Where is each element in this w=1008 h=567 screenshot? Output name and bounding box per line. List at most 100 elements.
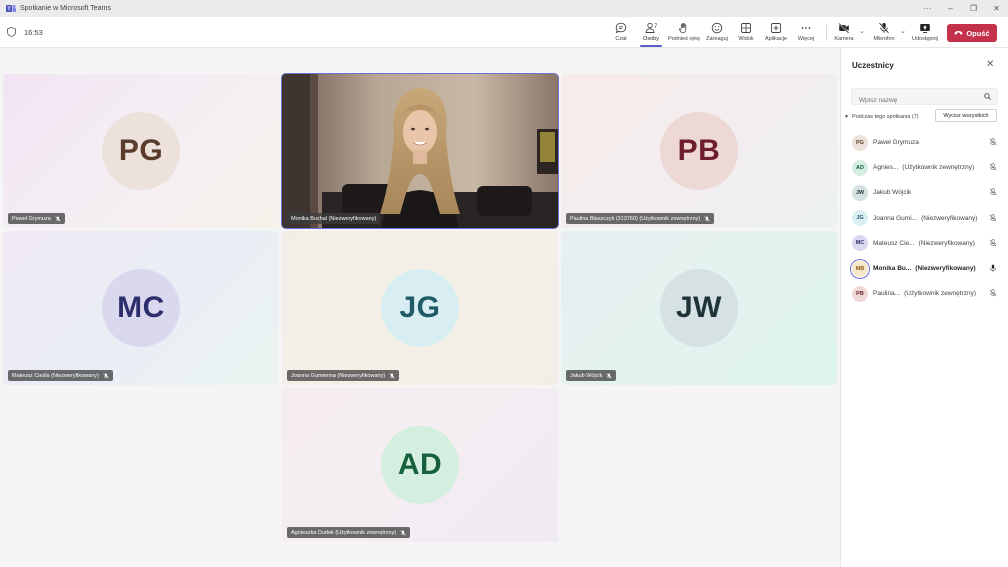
participant-row[interactable]: AD Agnies... (Użytkownik zewnętrzny) bbox=[841, 155, 1008, 180]
more-label: Więcej bbox=[797, 36, 815, 42]
raise-hand-button[interactable]: Podnieś rękę bbox=[666, 20, 702, 46]
mic-off-icon bbox=[55, 215, 61, 222]
participant-tag: (Niezweryfikowany) bbox=[915, 265, 976, 273]
participant-row[interactable]: PG Paweł Grymuza bbox=[841, 130, 1008, 155]
participant-tile-video-mb[interactable]: Monika Buchal (Niezweryfikowany) bbox=[281, 73, 559, 229]
chat-icon bbox=[615, 22, 627, 34]
avatar: AD bbox=[852, 159, 868, 176]
chat-button[interactable]: Czat bbox=[612, 20, 630, 46]
svg-text:T: T bbox=[7, 7, 10, 13]
participant-name: Jakub Wójcik bbox=[570, 372, 603, 379]
participant-tile-pg[interactable]: PG Paweł Grymuza bbox=[3, 74, 279, 228]
mute-all-button[interactable]: Wycisz wszystkich bbox=[935, 109, 997, 122]
mic-off-icon bbox=[400, 529, 406, 536]
participant-row[interactable]: JW Jakub Wójcik bbox=[841, 180, 1008, 205]
name-badge: Jakub Wójcik bbox=[566, 370, 617, 381]
participant-list: PG Paweł Grymuza AD Agnies... (Użytkowni… bbox=[841, 130, 1008, 306]
react-button[interactable]: Zareaguj bbox=[704, 20, 730, 46]
chat-label: Czat bbox=[615, 36, 627, 42]
participant-tag: (Niezweryfikowany) bbox=[918, 239, 975, 247]
avatar: JG bbox=[852, 210, 868, 227]
search-icon[interactable] bbox=[984, 93, 991, 100]
section-label: Podczas tego spotkania (7) bbox=[851, 114, 919, 120]
participant-row[interactable]: JG Joanna Gumi... (Niezweryfikowany) bbox=[841, 206, 1008, 231]
participant-tile-jg[interactable]: JG Joanna Gumienna (Niezweryfikowany) bbox=[282, 231, 558, 385]
avatar: MC bbox=[852, 235, 868, 252]
mic-label: Mikrofon bbox=[873, 36, 895, 42]
mic-off-icon bbox=[989, 289, 997, 297]
participant-row-active[interactable]: MB Monika Bu... (Niezweryfikowany) bbox=[841, 256, 1008, 281]
more-icon bbox=[801, 27, 811, 29]
share-button[interactable]: Udostępnij bbox=[910, 20, 940, 46]
mic-off-icon bbox=[704, 215, 710, 222]
people-button[interactable]: Osoby bbox=[640, 20, 662, 46]
people-active-indicator bbox=[640, 45, 662, 47]
close-icon[interactable]: ✕ bbox=[986, 59, 994, 70]
window-title: Spotkanie w Microsoft Teams bbox=[20, 5, 111, 12]
name-badge: Paweł Grymuza bbox=[8, 213, 65, 224]
raise-hand-label: Podnieś rękę bbox=[667, 36, 701, 42]
search-input[interactable] bbox=[852, 93, 972, 108]
mic-options-chevron-icon[interactable]: ⌄ bbox=[900, 27, 906, 35]
camera-options-chevron-icon[interactable]: ⌄ bbox=[859, 27, 865, 35]
avatar: AD bbox=[381, 426, 459, 504]
meeting-timer: 16:53 bbox=[24, 28, 43, 37]
close-window-button[interactable]: ✕ bbox=[985, 0, 1008, 17]
leave-button[interactable]: Opuść bbox=[947, 24, 997, 42]
name-badge: Joanna Gumienna (Niezweryfikowany) bbox=[287, 370, 400, 381]
participant-name: Agnies... bbox=[873, 164, 899, 172]
participant-tile-mc[interactable]: MC Mateusz Cieśla (Niezweryfikowany) bbox=[3, 231, 279, 385]
react-label: Zareaguj bbox=[706, 36, 728, 42]
participant-tile-jw[interactable]: JW Jakub Wójcik bbox=[561, 231, 837, 385]
avatar: PB bbox=[852, 285, 868, 302]
apps-button[interactable]: Aplikacje bbox=[762, 20, 790, 46]
avatar: PB bbox=[660, 112, 738, 190]
share-icon bbox=[920, 24, 930, 33]
mic-off-icon bbox=[989, 213, 997, 221]
camera-label: Kamera bbox=[834, 36, 854, 42]
avatar: JW bbox=[852, 184, 868, 201]
participant-tile-ad[interactable]: AD Agnieszka Dudek (Użytkownik zewnętrzn… bbox=[282, 388, 558, 542]
mic-off-icon bbox=[989, 188, 997, 196]
avatar: JG bbox=[381, 269, 459, 347]
mic-off-icon bbox=[606, 372, 613, 379]
participant-row[interactable]: PB Paulina... (Użytkownik zewnętrzny) bbox=[841, 281, 1008, 306]
camera-button[interactable]: Kamera bbox=[832, 20, 856, 46]
mic-button[interactable]: Mikrofon bbox=[870, 20, 898, 46]
participant-name: Agnieszka Dudek (Użytkownik zewnętrzny) bbox=[291, 529, 397, 536]
meeting-toolbar: 16:53 Czat Osoby 7 Podnieś rękę Zareaguj… bbox=[0, 17, 1008, 48]
hand-icon bbox=[679, 22, 687, 34]
participant-search bbox=[851, 88, 998, 108]
maximize-button[interactable]: ❐ bbox=[962, 0, 985, 17]
leave-label: Opuść bbox=[966, 28, 990, 38]
minimize-button[interactable]: – bbox=[939, 0, 962, 17]
shield-icon bbox=[7, 27, 16, 37]
avatar: MB bbox=[852, 260, 868, 277]
participant-tile-pb[interactable]: PB Paulina Błaszczyk (313760) (Użytkowni… bbox=[561, 74, 837, 228]
name-badge: Monika Buchal (Niezweryfikowany) bbox=[287, 213, 381, 224]
caret-down-icon: ▼ bbox=[844, 114, 849, 120]
apps-label: Aplikacje bbox=[764, 36, 787, 42]
panel-title: Uczestnicy bbox=[852, 61, 894, 70]
participant-name: Mateusz Cie... bbox=[873, 239, 915, 247]
participant-row[interactable]: MC Mateusz Cie... (Niezweryfikowany) bbox=[841, 231, 1008, 256]
teams-logo-icon: T bbox=[6, 5, 16, 13]
toolbar-divider bbox=[826, 25, 827, 41]
participant-name: Joanna Gumienna (Niezweryfikowany) bbox=[291, 372, 386, 379]
share-label: Udostępnij bbox=[912, 36, 938, 42]
mic-off-icon bbox=[103, 372, 109, 379]
avatar: JW bbox=[660, 269, 738, 347]
more-button[interactable]: Więcej bbox=[795, 20, 817, 46]
participant-name: Paulina Błaszczyk (313760) (Użytkownik z… bbox=[570, 215, 701, 222]
people-label: Osoby bbox=[643, 36, 659, 42]
avatar: PG bbox=[852, 134, 868, 151]
participant-name: Paulina... bbox=[873, 290, 901, 298]
view-button[interactable]: Widok bbox=[735, 20, 757, 46]
participant-name: Joanna Gumi... bbox=[873, 214, 918, 222]
view-label: Widok bbox=[738, 36, 754, 42]
avatar: PG bbox=[102, 112, 180, 190]
title-bar: T Spotkanie w Microsoft Teams ··· – ❐ ✕ bbox=[0, 0, 1008, 17]
more-window-options-button[interactable]: ··· bbox=[916, 0, 939, 17]
camera-off-icon bbox=[838, 22, 849, 34]
mic-off-icon bbox=[989, 138, 997, 146]
